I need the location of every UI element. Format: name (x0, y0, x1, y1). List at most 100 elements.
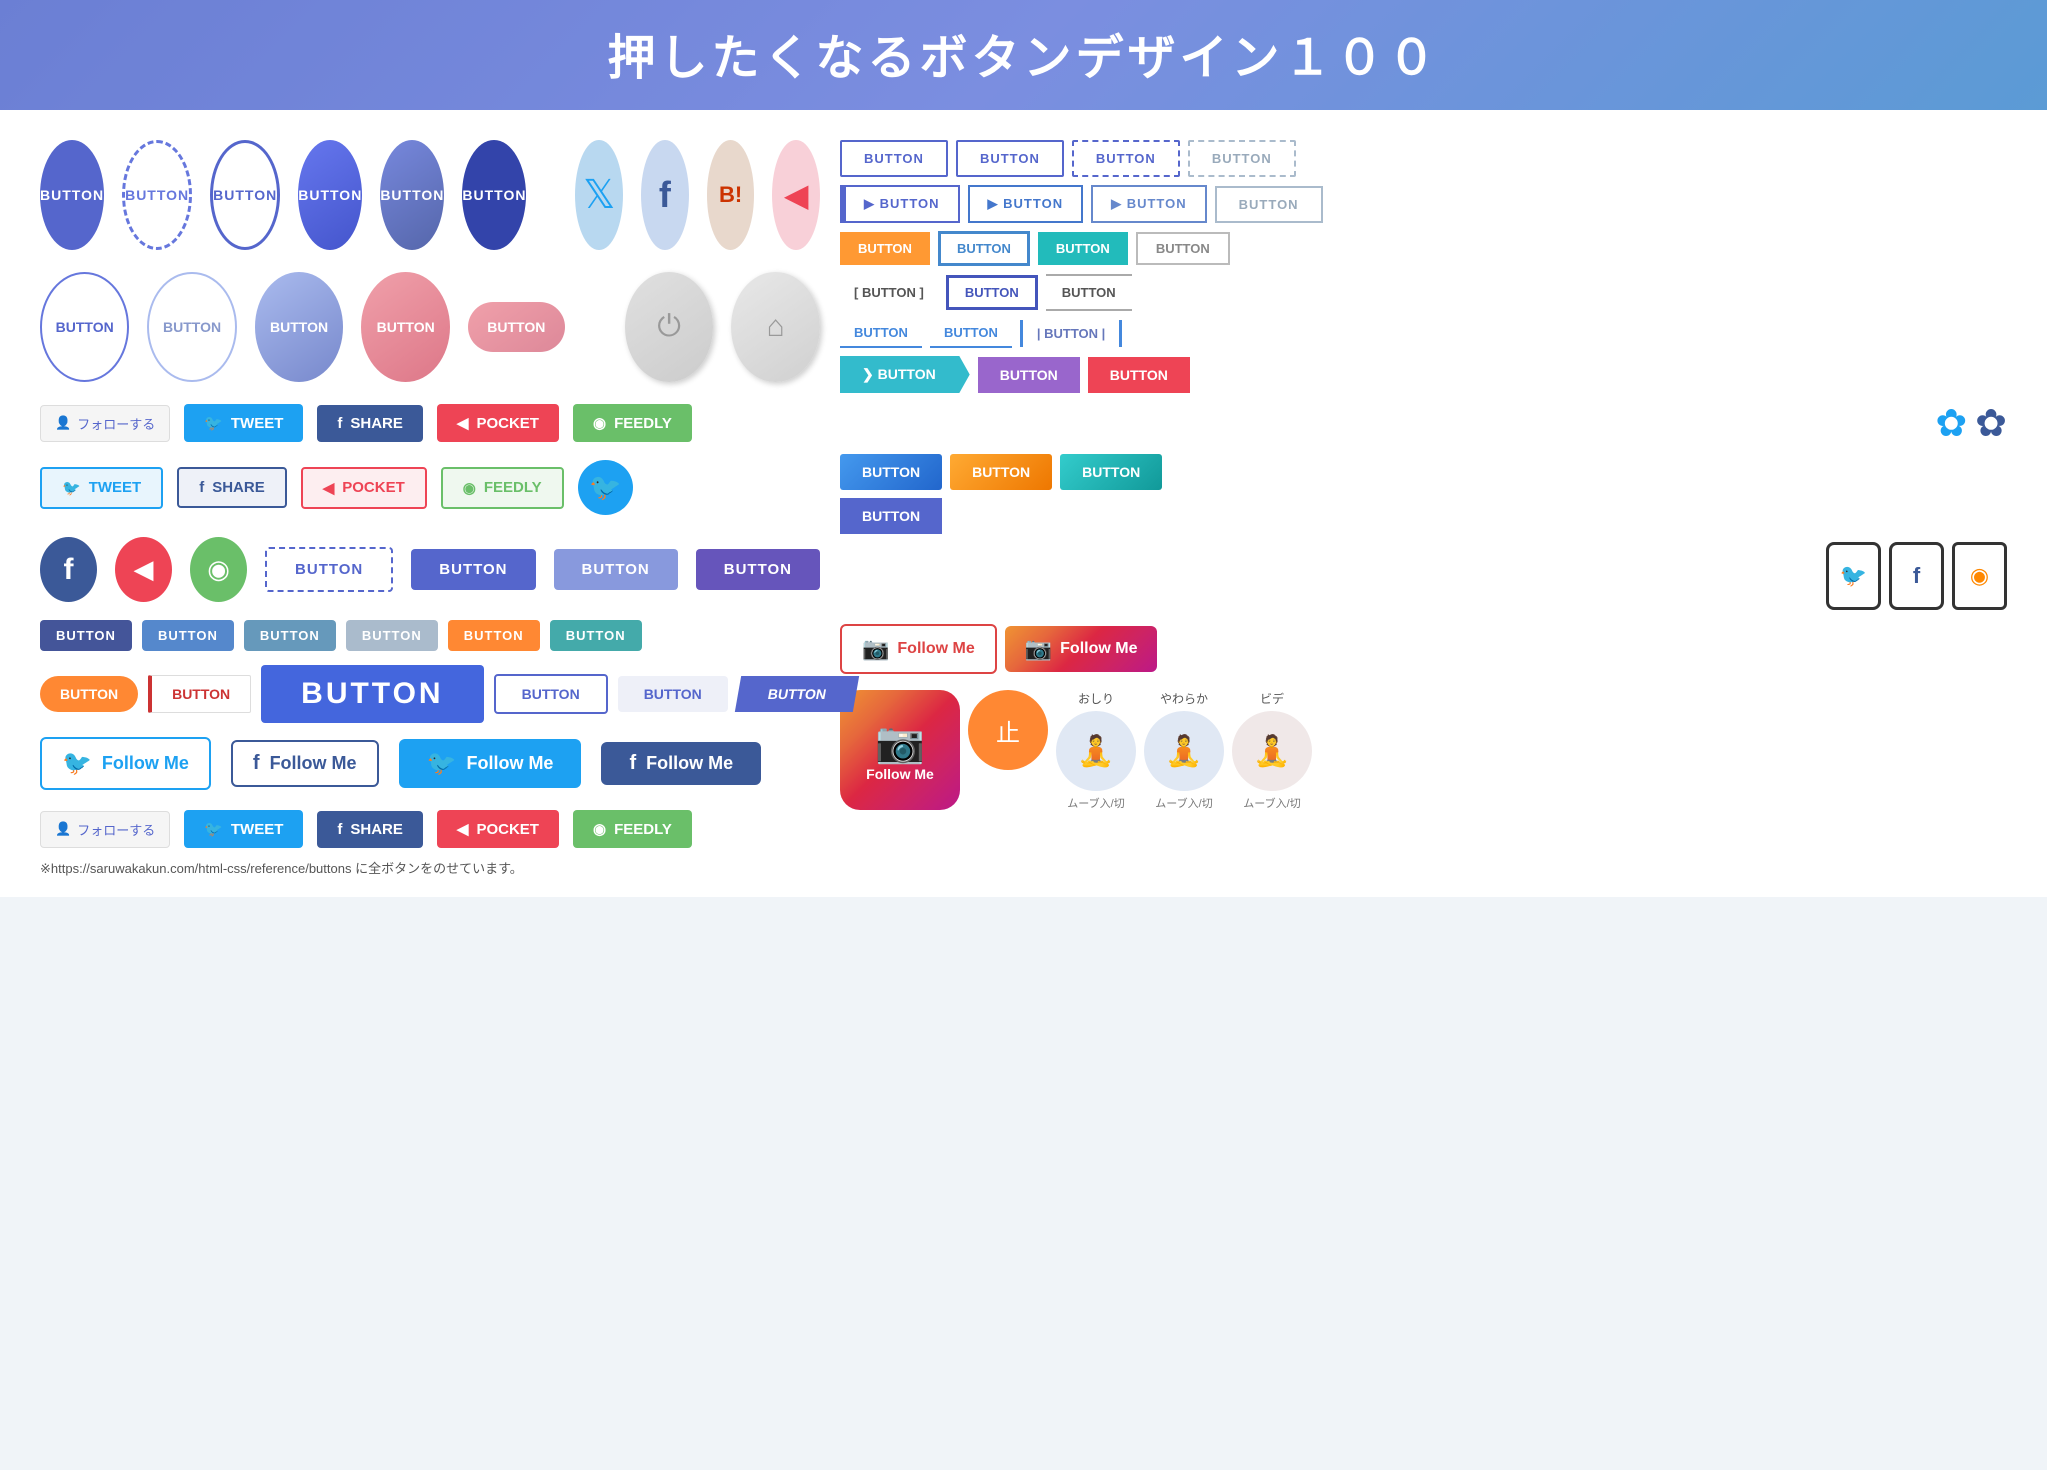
btn-dashed-1[interactable]: BUTTON (265, 547, 393, 592)
rp-colored-row: BUTTON BUTTON BUTTON BUTTON (840, 231, 2007, 266)
btn-small-blue[interactable]: BUTTON (142, 620, 234, 651)
btn-follow-twitter-solid[interactable]: 🐦 Follow Me (399, 739, 582, 788)
rp-btn-arrow-right-1[interactable]: ▶ BUTTON (968, 185, 1084, 223)
rp-bottom-row: 📷 Follow Me 止 おしり 🧘 ムーブ入/切 やわらか 🧘 (840, 690, 2007, 811)
rp-btn-underline-1[interactable]: BUTTON (840, 319, 922, 348)
rp-btn-grad-blue[interactable]: BUTTON (840, 454, 942, 490)
rp-btn-gray-outline[interactable]: BUTTON (1136, 232, 1230, 265)
btn-pill-pink[interactable]: BUTTON (468, 302, 565, 352)
btn-solid-light-1[interactable]: BUTTON (554, 549, 678, 590)
rp-chevron-row: ❯ BUTTON BUTTON BUTTON (840, 356, 2007, 393)
rp-btn-top-bottom-border[interactable]: BUTTON (1046, 274, 1132, 311)
btn-circle-outline-thin[interactable]: BUTTON (40, 272, 129, 382)
btn-dashed-circle[interactable]: BUTTON (122, 140, 192, 250)
btn-share-filled[interactable]: f SHARE (317, 405, 423, 442)
btn-small-gray[interactable]: BUTTON (346, 620, 438, 651)
rp-btn-chev-red[interactable]: BUTTON (1088, 357, 1190, 393)
btn-large-insta[interactable]: 📷 Follow Me (840, 690, 960, 810)
btn-pocket-filled[interactable]: ◀ POCKET (437, 404, 559, 442)
anim-oshiri-group: おしり 🧘 ムーブ入/切 (1056, 690, 1136, 811)
rp-btn-arrow-right-2[interactable]: ▶ BUTTON (1091, 185, 1207, 223)
twitter-social-circle[interactable]: 𝕏 (575, 140, 623, 250)
btn-small-dark[interactable]: BUTTON (40, 620, 132, 651)
icon-dashed-row: f ◀ ◉ BUTTON BUTTON BUTTON BUTTON (40, 537, 820, 602)
rp-btn-dashed-1[interactable]: BUTTON (1072, 140, 1180, 177)
btn-feedly-bottom[interactable]: ◉ FEEDLY (573, 810, 692, 848)
btn-follow-small[interactable]: 👤 フォローする (40, 405, 170, 442)
btn-twitter-icon-circle[interactable]: 🐦 (578, 460, 633, 515)
btn-dark-circle[interactable]: BUTTON (462, 140, 526, 250)
rp-btn-grad-orange[interactable]: BUTTON (950, 454, 1052, 490)
btn-power[interactable]: ⏻ (625, 272, 714, 382)
rp-btn-chev-purple[interactable]: BUTTON (978, 357, 1080, 393)
hatena-social-circle[interactable]: B! (707, 140, 755, 250)
btn-small-med[interactable]: BUTTON (244, 620, 336, 651)
rp-device-row: 🐦 f ◉ (840, 542, 2007, 610)
rp-btn-thick-border[interactable]: BUTTON (946, 275, 1038, 310)
btn-red-left-border[interactable]: BUTTON (148, 675, 251, 713)
rp-btn-pipe[interactable]: | BUTTON | (1020, 320, 1122, 347)
facebook-social-circle[interactable]: f (641, 140, 689, 250)
rp-btn-outline-1[interactable]: BUTTON (840, 140, 948, 177)
btn-small-orange[interactable]: BUTTON (448, 620, 540, 651)
btn-rss-circle-green[interactable]: ◉ (190, 537, 247, 602)
btn-insta-follow-outline[interactable]: 📷 Follow Me (840, 624, 997, 674)
social-share-filled-row: 👤 フォローする 🐦 TWEET f SHARE ◀ POCKET ◉ (40, 404, 820, 442)
rp-btn-blue-outline[interactable]: BUTTON (938, 231, 1030, 266)
btn-tweet-flat[interactable]: 🐦 TWEET (40, 467, 163, 509)
btn-circle-outline-light[interactable]: BUTTON (147, 272, 236, 382)
btn-flat-rect[interactable]: BUTTON (618, 676, 728, 712)
pocket-social-circle[interactable]: ◀ (772, 140, 820, 250)
btn-home[interactable]: ⌂ (731, 272, 820, 382)
btn-pocket-circle-red[interactable]: ◀ (115, 537, 172, 602)
btn-anim-bide[interactable]: 🧘 (1232, 711, 1312, 791)
rp-btn-dashed-light-1[interactable]: BUTTON (1188, 140, 1296, 177)
btn-grad1-circle[interactable]: BUTTON (298, 140, 362, 250)
rp-social-icon-row: ✿ ✿ (840, 401, 2007, 446)
btn-feedly-filled[interactable]: ◉ FEEDLY (573, 404, 692, 442)
left-column: BUTTON BUTTON BUTTON BUTTON BUTTON BUTTO… (40, 140, 820, 877)
rp-btn-bracket[interactable]: [ BUTTON ] (840, 276, 938, 309)
btn-solid-purple-1[interactable]: BUTTON (696, 549, 820, 590)
btn-pocket-bottom[interactable]: ◀ POCKET (437, 810, 559, 848)
btn-follow-facebook-solid[interactable]: f Follow Me (601, 742, 761, 785)
rp-btn-orange[interactable]: BUTTON (840, 232, 930, 265)
btn-facebook-circle-blue[interactable]: f (40, 537, 97, 602)
btn-insta-follow-gradient[interactable]: 📷 Follow Me (1005, 626, 1158, 672)
tablet-facebook-icon: f (1889, 542, 1944, 610)
rp-btn-wavy[interactable]: BUTTON (840, 498, 942, 534)
btn-outline-circle[interactable]: BUTTON (210, 140, 280, 250)
btn-tweet-bottom[interactable]: 🐦 TWEET (184, 810, 303, 848)
btn-follow-twitter-outline[interactable]: 🐦 Follow Me (40, 737, 211, 790)
btn-small-teal[interactable]: BUTTON (550, 620, 642, 651)
btn-outline-rect[interactable]: BUTTON (494, 674, 608, 714)
btn-pocket-flat[interactable]: ◀ POCKET (301, 467, 427, 509)
rp-btn-outline-gray[interactable]: BUTTON (1215, 186, 1323, 223)
btn-orange-pill[interactable]: BUTTON (40, 676, 138, 712)
btn-anim-oshiri[interactable]: 🧘 (1056, 711, 1136, 791)
btn-grad2-circle[interactable]: BUTTON (380, 140, 444, 250)
rp-btn-outline-2[interactable]: BUTTON (956, 140, 1064, 177)
btn-follow-facebook-outline[interactable]: f Follow Me (231, 740, 379, 787)
header: 押したくなるボタンデザイン１００ (0, 0, 2047, 110)
btn-share-flat[interactable]: f SHARE (177, 467, 287, 508)
btn-circle-pink[interactable]: BUTTON (361, 272, 450, 382)
rp-btn-left-border[interactable]: ▶ BUTTON (840, 185, 960, 223)
rp-insta-follow-row: 📷 Follow Me 📷 Follow Me (840, 624, 2007, 674)
btn-parallelogram[interactable]: BUTTON (735, 676, 859, 712)
btn-feedly-flat[interactable]: ◉ FEEDLY (441, 467, 564, 509)
btn-follow-bottom[interactable]: 👤 フォローする (40, 811, 170, 848)
rp-underline-row: BUTTON BUTTON | BUTTON | (840, 319, 2007, 348)
btn-anim-stop[interactable]: 止 (968, 690, 1048, 770)
rp-btn-underline-2[interactable]: BUTTON (930, 319, 1012, 348)
rp-btn-grad-teal[interactable]: BUTTON (1060, 454, 1162, 490)
btn-solid-blue-1[interactable]: BUTTON (411, 549, 535, 590)
btn-solid-circle-1[interactable]: BUTTON (40, 140, 104, 250)
btn-anim-yawaraka[interactable]: 🧘 (1144, 711, 1224, 791)
btn-circle-blue-grad[interactable]: BUTTON (255, 272, 344, 382)
btn-share-bottom[interactable]: f SHARE (317, 811, 423, 848)
btn-tweet-filled[interactable]: 🐦 TWEET (184, 404, 303, 442)
rp-btn-chev-teal[interactable]: ❯ BUTTON (840, 356, 970, 393)
btn-big-blue[interactable]: BUTTON (261, 665, 483, 723)
rp-btn-teal[interactable]: BUTTON (1038, 232, 1128, 265)
